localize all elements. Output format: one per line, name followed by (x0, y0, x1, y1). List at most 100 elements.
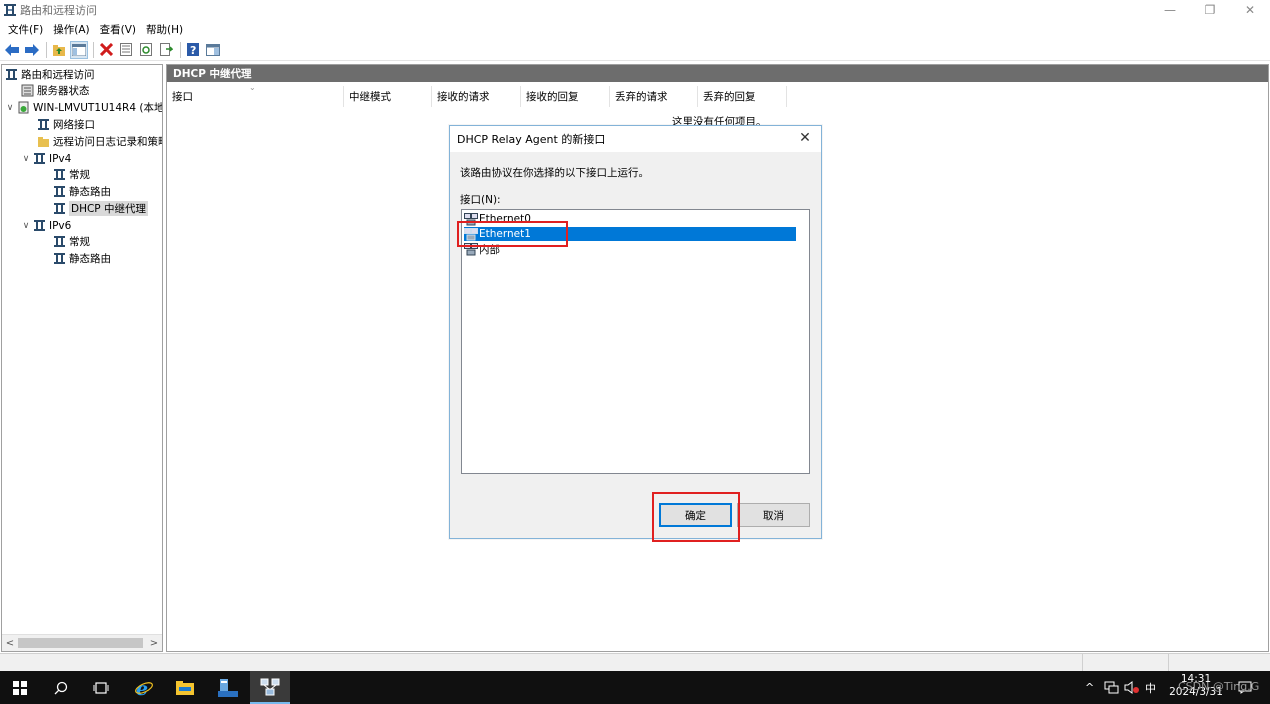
menu-file[interactable]: 文件(F) (4, 22, 47, 37)
tree-node-ipv6-static-routes[interactable]: 静态路由 (53, 250, 111, 267)
routing-icon (54, 186, 65, 197)
action-pane-icon (206, 43, 220, 56)
column-label: 丢弃的请求 (615, 91, 668, 103)
tree-node-server[interactable]: ∨ WIN-LMVUT1U14R4 (本地 (5, 99, 162, 116)
network-tray-button[interactable] (1104, 671, 1119, 704)
collapse-chevron-icon[interactable]: ∨ (21, 154, 31, 164)
windows-logo-icon (13, 680, 27, 695)
routing-icon (54, 236, 65, 247)
tree-node-ipv4-dhcp-relay[interactable]: DHCP 中继代理 (53, 200, 148, 217)
tree-label: 静态路由 (69, 253, 111, 265)
scroll-left-icon[interactable]: < (3, 636, 17, 650)
tree-node-routing-root[interactable]: 路由和远程访问 (5, 66, 95, 83)
column-header-replies-discarded[interactable]: 丢弃的回复 (698, 86, 787, 107)
interface-item-internal[interactable]: 内部 (464, 242, 796, 256)
column-header-requests-received[interactable]: 接收的请求 (432, 86, 521, 107)
folder-icon (38, 137, 49, 147)
column-header-replies-received[interactable]: 接收的回复 (521, 86, 610, 107)
tree-node-server-status[interactable]: 服务器状态 (21, 82, 90, 99)
routing-remote-access-taskbar-button[interactable] (250, 671, 290, 704)
refresh-icon (140, 43, 152, 56)
tree-node-ipv4-general[interactable]: 常规 (53, 166, 90, 183)
dialog-close-button[interactable]: ✕ (797, 130, 813, 146)
tree-horizontal-scrollbar[interactable]: < > (2, 634, 162, 651)
tree-node-remote-access-logging[interactable]: 远程访问日志记录和策略 (37, 133, 163, 150)
ok-button[interactable]: 确定 (659, 503, 732, 527)
task-view-icon (93, 681, 109, 694)
ime-label: 中 (1145, 681, 1156, 695)
file-explorer-button[interactable] (165, 671, 205, 704)
network-interface-icon (38, 119, 49, 130)
column-header-requests-discarded[interactable]: 丢弃的请求 (610, 86, 698, 107)
interface-list-label: 接口(N): (460, 194, 501, 206)
search-icon (54, 681, 68, 694)
tree-node-ipv6-general[interactable]: 常规 (53, 233, 90, 250)
close-window-button[interactable]: ✕ (1231, 0, 1269, 20)
menu-view[interactable]: 查看(V) (96, 22, 140, 37)
start-button[interactable] (0, 671, 40, 704)
minimize-button[interactable]: — (1151, 0, 1189, 20)
window-title: 路由和远程访问 (20, 4, 97, 17)
folder-up-icon (53, 44, 65, 56)
tree-label: 常规 (69, 236, 90, 248)
show-action-pane-button[interactable] (204, 41, 222, 59)
column-label: 中继模式 (349, 91, 391, 103)
volume-muted-icon (1124, 681, 1139, 694)
restore-icon: ❐ (1204, 3, 1216, 17)
column-header-interface[interactable]: 接口 ⌄ (167, 83, 344, 107)
internet-explorer-button[interactable]: e (124, 671, 164, 704)
help-button[interactable]: ? (184, 41, 202, 59)
help-icon: ? (187, 43, 199, 56)
back-button[interactable] (3, 41, 21, 59)
volume-tray-button[interactable] (1124, 671, 1140, 704)
tree-label: 静态路由 (69, 186, 111, 198)
show-hide-console-tree-button[interactable] (70, 40, 88, 59)
cancel-button[interactable]: 取消 (737, 503, 810, 527)
forward-arrow-icon (25, 43, 39, 56)
status-bar (0, 653, 1270, 671)
toolbar: ? (0, 39, 1270, 61)
tree-node-network-interfaces[interactable]: 网络接口 (37, 116, 95, 133)
network-adapter-icon (464, 227, 478, 240)
routing-icon (54, 203, 65, 214)
new-interface-dialog: DHCP Relay Agent 的新接口 ✕ 该路由协议在你选择的以下接口上运… (449, 125, 822, 539)
delete-button[interactable] (97, 41, 115, 59)
sort-chevron-icon: ⌄ (249, 83, 256, 92)
routing-icon (34, 220, 45, 231)
ime-indicator[interactable]: 中 (1145, 671, 1156, 704)
console-tree-icon (72, 43, 86, 56)
search-button[interactable] (41, 671, 81, 704)
menu-help[interactable]: 帮助(H) (142, 22, 187, 37)
collapse-chevron-icon[interactable]: ∨ (5, 103, 15, 113)
export-list-button[interactable] (157, 41, 175, 59)
tree-label: 远程访问日志记录和策略 (53, 136, 163, 148)
column-headers: 接口 ⌄ 中继模式 接收的请求 接收的回复 丢弃的请求 丢弃的回复 (167, 83, 787, 107)
tree-node-ipv4-static-routes[interactable]: 静态路由 (53, 183, 111, 200)
up-level-button[interactable] (50, 41, 68, 59)
network-adapter-icon (464, 212, 478, 225)
server-icon (18, 101, 29, 114)
show-hidden-icons-button[interactable]: ^ (1085, 671, 1094, 704)
collapse-chevron-icon[interactable]: ∨ (21, 221, 31, 231)
refresh-button[interactable] (137, 41, 155, 59)
task-view-button[interactable] (81, 671, 121, 704)
interface-listbox[interactable]: Ethernet0 Ethernet1 内部 (461, 209, 810, 474)
title-bar: 路由和远程访问 — ❐ ✕ (0, 0, 1270, 20)
maximize-button[interactable]: ❐ (1191, 0, 1229, 20)
scroll-thumb[interactable] (18, 638, 143, 648)
column-header-relay-mode[interactable]: 中继模式 (344, 86, 432, 107)
taskbar: e ^ 中 14:31 2024/3/31 (0, 671, 1270, 704)
tree-node-ipv4[interactable]: ∨ IPv4 (21, 150, 72, 167)
server-manager-icon (218, 678, 238, 697)
interface-item-ethernet0[interactable]: Ethernet0 (464, 212, 796, 226)
server-manager-button[interactable] (208, 671, 248, 704)
forward-button[interactable] (23, 41, 41, 59)
tree-node-ipv6[interactable]: ∨ IPv6 (21, 217, 72, 234)
routing-icon (34, 153, 45, 164)
interface-item-ethernet1[interactable]: Ethernet1 (464, 227, 796, 241)
properties-button[interactable] (117, 41, 135, 59)
network-icon (1104, 681, 1119, 694)
scroll-right-icon[interactable]: > (147, 636, 161, 650)
console-tree: 路由和远程访问 服务器状态 ∨ WIN-LMVUT1U14R4 (本地 网络接口… (1, 64, 163, 652)
menu-action[interactable]: 操作(A) (49, 22, 93, 37)
